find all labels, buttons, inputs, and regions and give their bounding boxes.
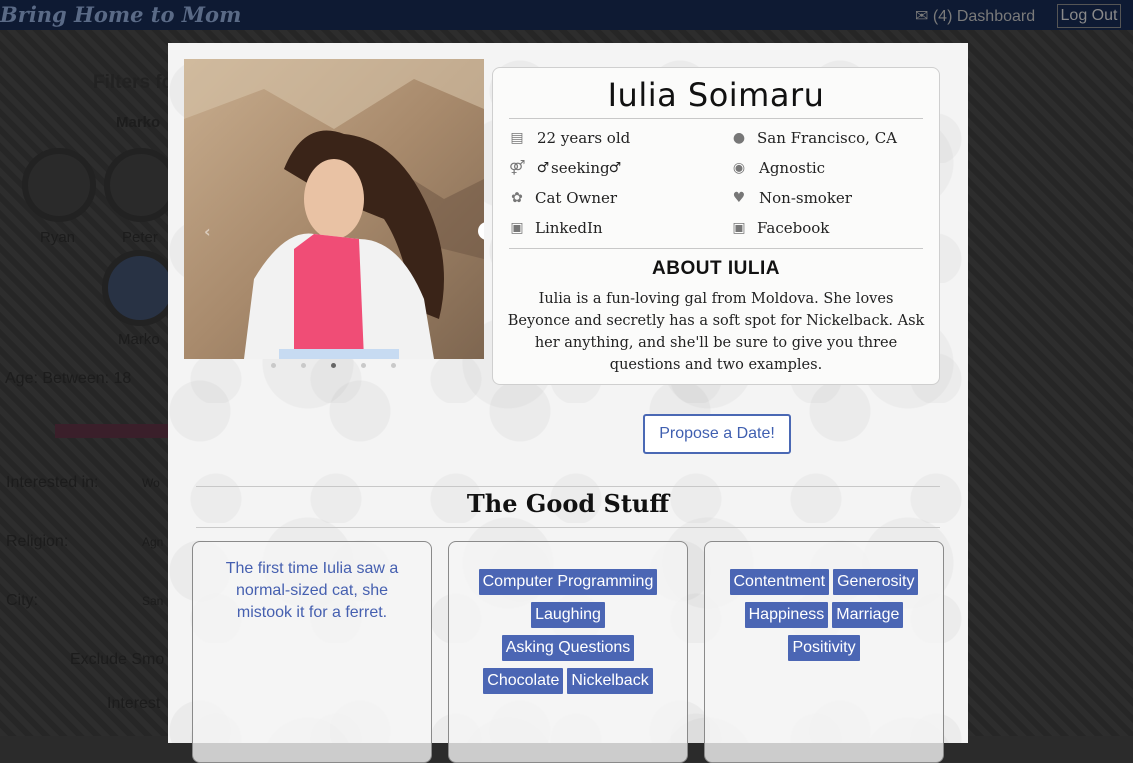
value-tag: Happiness bbox=[744, 602, 829, 628]
carousel-dot[interactable] bbox=[391, 363, 396, 368]
logout-button[interactable]: Log Out bbox=[1057, 4, 1121, 28]
fun-fact-text: The first time Iulia saw a normal-sized … bbox=[225, 560, 399, 621]
paw-icon: ✿ bbox=[511, 190, 523, 206]
pet-text: Cat Owner bbox=[535, 189, 618, 207]
carousel-indicators bbox=[268, 361, 398, 371]
seeking-text: seeking bbox=[551, 159, 610, 177]
eye-icon: ◉ bbox=[732, 160, 746, 176]
interests-tags: Computer Programming Laughing Asking Quest… bbox=[455, 564, 681, 696]
gender-icon: ⚤ bbox=[509, 160, 526, 176]
carousel-dot[interactable] bbox=[331, 363, 336, 368]
city-label: City: bbox=[6, 592, 38, 609]
avatar[interactable] bbox=[102, 250, 178, 326]
dashboard-link[interactable]: ✉ (4) Dashboard bbox=[915, 6, 1035, 26]
avatar-name: Peter bbox=[122, 229, 158, 246]
linkedin-icon[interactable]: ▣ bbox=[509, 220, 525, 236]
about-text: Iulia is a fun-loving gal from Moldova. … bbox=[507, 291, 925, 373]
interest-tag: Laughing bbox=[531, 602, 605, 628]
divider bbox=[196, 527, 940, 528]
value-tag: Positivity bbox=[788, 635, 860, 661]
interests-card: Computer Programming Laughing Asking Quest… bbox=[448, 541, 688, 763]
interest-tag: Nickelback bbox=[567, 668, 653, 694]
avatar[interactable] bbox=[22, 148, 96, 222]
profile-photo bbox=[184, 59, 484, 359]
location-text: San Francisco, CA bbox=[757, 129, 898, 147]
propose-date-button[interactable]: Propose a Date! bbox=[643, 414, 791, 454]
value-tag: Generosity bbox=[833, 569, 919, 595]
carousel-dot[interactable] bbox=[301, 363, 306, 368]
filters-title: Filters fo bbox=[93, 72, 174, 93]
value-tag: Marriage bbox=[832, 602, 904, 628]
age-slider[interactable] bbox=[55, 424, 168, 438]
age-filter-label: Age: Between: 18 bbox=[5, 370, 132, 387]
divider bbox=[509, 118, 923, 119]
male-icon: ♂ bbox=[536, 160, 550, 176]
male-icon: ♂ bbox=[608, 160, 622, 176]
divider bbox=[509, 248, 923, 249]
linkedin-link[interactable]: LinkedIn bbox=[535, 219, 603, 237]
religion-text: Agnostic bbox=[759, 159, 826, 177]
religion-select[interactable]: Agn bbox=[142, 535, 163, 549]
values-tags: Contentment Generosity Happiness Marriage Po… bbox=[711, 564, 937, 663]
good-stuff-title: The Good Stuff bbox=[466, 489, 670, 518]
interest-tag: Chocolate bbox=[483, 668, 564, 694]
profile-card: Iulia Soimaru ▤ 22 years old ● San Franc… bbox=[492, 67, 940, 385]
fun-fact-card: The first time Iulia saw a normal-sized … bbox=[192, 541, 432, 763]
carousel-dot[interactable] bbox=[361, 363, 366, 368]
age-text: 22 years old bbox=[537, 129, 631, 147]
profile-modal: ‹ › Iulia Soimaru ▤ 22 years old ● San F… bbox=[168, 43, 968, 763]
city-select[interactable]: San bbox=[142, 594, 163, 608]
interests-label: Interest bbox=[107, 695, 161, 712]
interest-tag: Computer Programming bbox=[478, 569, 658, 595]
values-card: Contentment Generosity Happiness Marriage Po… bbox=[704, 541, 944, 763]
divider bbox=[196, 486, 940, 487]
interested-select[interactable]: Wo bbox=[142, 476, 160, 490]
facebook-icon[interactable]: ▣ bbox=[731, 220, 747, 236]
globe-icon: ● bbox=[732, 130, 746, 146]
selected-name: Marko bbox=[116, 114, 161, 131]
interest-tag: Asking Questions bbox=[501, 635, 635, 661]
exclude-smokers-label: Exclude Smo bbox=[70, 651, 165, 668]
interested-label: Interested in: bbox=[6, 474, 99, 491]
avatar[interactable] bbox=[104, 148, 178, 222]
avatar-name: Ryan bbox=[40, 229, 76, 246]
chevron-left-icon[interactable]: ‹ bbox=[204, 222, 211, 241]
birthday-cake-icon: ▤ bbox=[510, 130, 524, 146]
profile-name: Iulia Soimaru bbox=[607, 76, 825, 114]
top-navbar: Bring Home to Mom ✉ (4) Dashboard Log Ou… bbox=[0, 0, 1133, 31]
avatar-name: Marko bbox=[118, 331, 160, 348]
smoking-text: Non-smoker bbox=[759, 189, 852, 207]
religion-label: Religion: bbox=[6, 533, 69, 550]
carousel-dot[interactable] bbox=[271, 363, 276, 368]
about-title: ABOUT IULIA bbox=[652, 258, 780, 279]
heartbeat-icon: ♥ bbox=[732, 190, 746, 206]
facebook-link[interactable]: Facebook bbox=[757, 219, 829, 237]
value-tag: Contentment bbox=[729, 569, 830, 595]
profile-photo-carousel[interactable]: ‹ › bbox=[184, 59, 484, 359]
brand-logo[interactable]: Bring Home to Mom bbox=[0, 2, 241, 27]
